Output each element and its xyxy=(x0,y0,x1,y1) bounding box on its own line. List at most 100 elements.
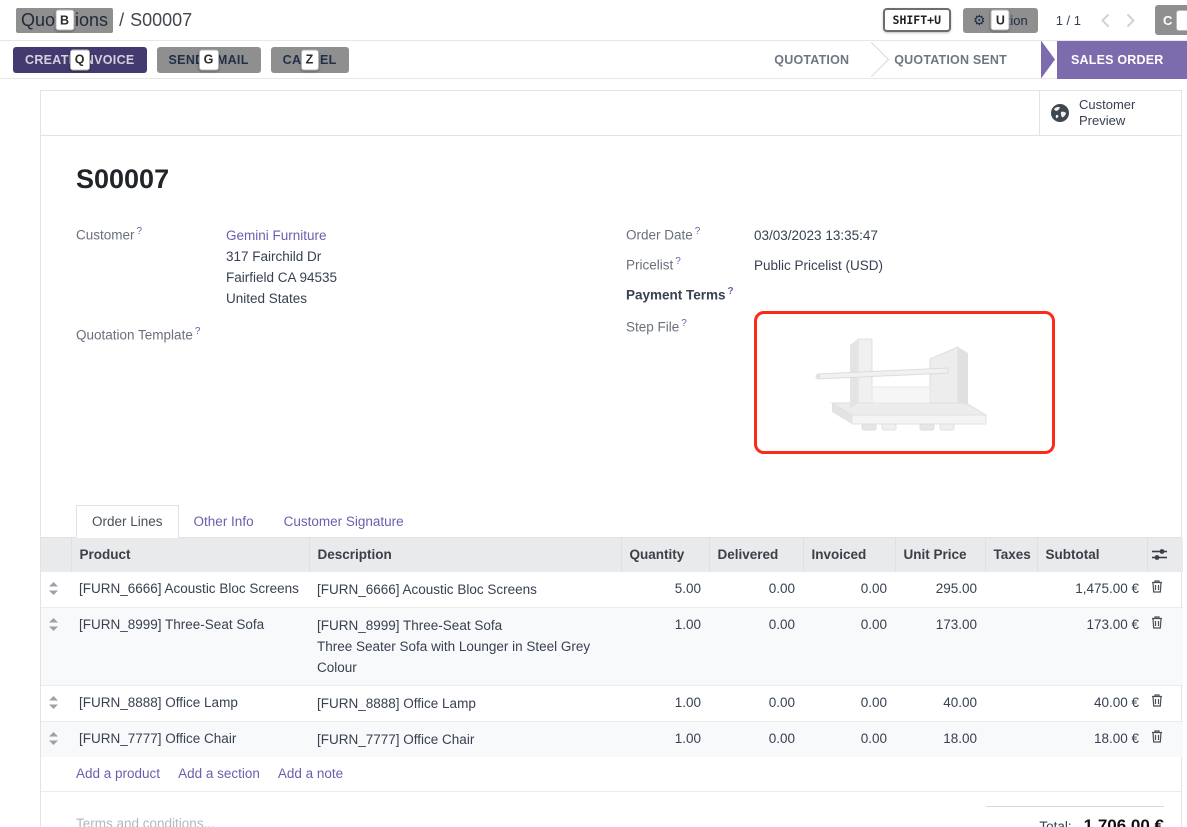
cell-product[interactable]: [FURN_6666] Acoustic Bloc Screens xyxy=(71,571,309,607)
order-lines-table: Product Description Quantity Delivered I… xyxy=(41,538,1183,757)
table-row[interactable]: [FURN_7777] Office Chair [FURN_7777] Off… xyxy=(41,721,1183,757)
pager-previous-button[interactable] xyxy=(1101,13,1110,28)
drag-handle[interactable] xyxy=(41,685,71,721)
breadcrumb: Quotations B / S00007 xyxy=(16,8,192,33)
keyboard-hint-badge xyxy=(1176,10,1187,31)
order-date-field-label: Order Date? xyxy=(626,225,754,246)
cell-unit-price[interactable]: 40.00 xyxy=(895,685,985,721)
keyboard-hint-badge: B xyxy=(55,10,74,31)
terms-and-conditions-input[interactable]: Terms and conditions... xyxy=(76,816,215,827)
cell-description[interactable]: Three Seater Sofa with Lounger in Steel … xyxy=(317,636,613,657)
column-header-taxes[interactable]: Taxes xyxy=(985,538,1037,572)
order-date-field-value[interactable]: 03/03/2023 13:35:47 xyxy=(754,225,878,246)
keyboard-hint-badge: U xyxy=(991,10,1010,31)
cell-taxes[interactable] xyxy=(985,721,1037,757)
corner-cutoff-button[interactable]: C xyxy=(1155,5,1187,35)
tab-order-lines[interactable]: Order Lines xyxy=(76,505,179,538)
breadcrumb-quotations-link[interactable]: Quotations B xyxy=(16,8,113,33)
table-row[interactable]: [FURN_8888] Office Lamp [FURN_8888] Offi… xyxy=(41,685,1183,721)
delete-row-button[interactable] xyxy=(1147,685,1183,721)
cell-quantity[interactable]: 1.00 xyxy=(621,721,709,757)
status-step-quotation-sent[interactable]: QUOTATION SENT xyxy=(870,41,1031,79)
cell-subtotal: 173.00 € xyxy=(1037,607,1147,685)
customer-address-line: United States xyxy=(226,288,337,309)
cancel-button[interactable]: CANCEL Z xyxy=(271,47,349,73)
handle-column-header xyxy=(41,538,71,572)
table-row[interactable]: [FURN_8999] Three-Seat Sofa [FURN_8999] … xyxy=(41,607,1183,685)
delete-row-button[interactable] xyxy=(1147,571,1183,607)
cell-quantity[interactable]: 1.00 xyxy=(621,607,709,685)
cell-subtotal: 18.00 € xyxy=(1037,721,1147,757)
cell-unit-price[interactable]: 173.00 xyxy=(895,607,985,685)
customer-preview-button[interactable]: Customer Preview xyxy=(1039,91,1181,135)
help-question-mark: ? xyxy=(195,326,201,337)
cell-description[interactable]: [FURN_8888] Office Lamp xyxy=(317,693,613,714)
cell-delivered[interactable]: 0.00 xyxy=(709,607,803,685)
column-header-unit-price[interactable]: Unit Price xyxy=(895,538,985,572)
cell-description[interactable]: [FURN_6666] Acoustic Bloc Screens xyxy=(317,579,613,600)
column-header-subtotal[interactable]: Subtotal xyxy=(1037,538,1147,572)
create-invoice-button[interactable]: CREATE INVOICE Q xyxy=(13,47,147,73)
total-summary: Total: 1,706.00 € xyxy=(986,806,1164,827)
record-pager: 1 / 1 xyxy=(1056,13,1081,28)
cell-taxes[interactable] xyxy=(985,685,1037,721)
pager-next-button[interactable] xyxy=(1126,13,1135,28)
cell-invoiced[interactable]: 0.00 xyxy=(803,607,895,685)
column-header-description[interactable]: Description xyxy=(309,538,621,572)
column-header-invoiced[interactable]: Invoiced xyxy=(803,538,895,572)
status-step-sales-order[interactable]: SALES ORDER xyxy=(1041,41,1187,79)
table-row[interactable]: [FURN_6666] Acoustic Bloc Screens [FURN_… xyxy=(41,571,1183,607)
cell-quantity[interactable]: 1.00 xyxy=(621,685,709,721)
topbar-controls: SHIFT+U ⚙ Action U 1 / 1 C xyxy=(883,5,1187,35)
tab-other-info[interactable]: Other Info xyxy=(179,506,269,537)
delete-row-button[interactable] xyxy=(1147,721,1183,757)
quotation-template-field-label: Quotation Template? xyxy=(76,325,226,343)
cell-product[interactable]: [FURN_8888] Office Lamp xyxy=(71,685,309,721)
fields-left-column: Customer? Gemini Furniture 317 Fairchild… xyxy=(76,225,596,463)
cell-description[interactable]: Colour xyxy=(317,657,613,678)
step-file-image[interactable] xyxy=(754,311,1055,454)
drag-handle-icon xyxy=(49,582,58,595)
cell-delivered[interactable]: 0.00 xyxy=(709,571,803,607)
drag-handle[interactable] xyxy=(41,721,71,757)
cell-delivered[interactable]: 0.00 xyxy=(709,685,803,721)
cell-subtotal: 1,475.00 € xyxy=(1037,571,1147,607)
drag-handle[interactable] xyxy=(41,607,71,685)
optional-columns-button[interactable] xyxy=(1147,538,1183,572)
add-section-link[interactable]: Add a section xyxy=(178,766,260,781)
cell-unit-price[interactable]: 295.00 xyxy=(895,571,985,607)
cell-delivered[interactable]: 0.00 xyxy=(709,721,803,757)
cell-invoiced[interactable]: 0.00 xyxy=(803,721,895,757)
action-menu-button[interactable]: ⚙ Action U xyxy=(963,8,1038,33)
cell-description[interactable]: [FURN_8999] Three-Seat Sofa xyxy=(317,615,613,636)
tab-customer-signature[interactable]: Customer Signature xyxy=(269,506,419,537)
cell-quantity[interactable]: 5.00 xyxy=(621,571,709,607)
cell-unit-price[interactable]: 18.00 xyxy=(895,721,985,757)
cell-product[interactable]: [FURN_8999] Three-Seat Sofa xyxy=(71,607,309,685)
status-pipeline: QUOTATION QUOTATION SENT SALES ORDER xyxy=(750,41,1187,79)
customer-preview-label: Customer Preview xyxy=(1079,97,1135,128)
cell-description[interactable]: [FURN_7777] Office Chair xyxy=(317,729,613,750)
table-footer-links: Add a product Add a section Add a note xyxy=(41,757,1181,792)
drag-handle[interactable] xyxy=(41,571,71,607)
customer-link[interactable]: Gemini Furniture xyxy=(226,225,337,246)
column-header-quantity[interactable]: Quantity xyxy=(621,538,709,572)
form-sheet: Customer Preview S00007 Customer? Gemini… xyxy=(40,90,1182,827)
send-email-button[interactable]: SEND EMAIL G xyxy=(157,47,261,73)
cell-product[interactable]: [FURN_7777] Office Chair xyxy=(71,721,309,757)
column-header-product[interactable]: Product xyxy=(71,538,309,572)
breadcrumb-separator: / xyxy=(119,10,124,31)
trash-icon xyxy=(1151,579,1163,593)
delete-row-button[interactable] xyxy=(1147,607,1183,685)
cell-taxes[interactable] xyxy=(985,607,1037,685)
corner-button-label: C xyxy=(1163,13,1172,28)
add-product-link[interactable]: Add a product xyxy=(76,766,160,781)
cell-invoiced[interactable]: 0.00 xyxy=(803,571,895,607)
column-header-delivered[interactable]: Delivered xyxy=(709,538,803,572)
add-note-link[interactable]: Add a note xyxy=(278,766,343,781)
drag-handle-icon xyxy=(49,618,58,631)
cell-taxes[interactable] xyxy=(985,571,1037,607)
cell-invoiced[interactable]: 0.00 xyxy=(803,685,895,721)
pricelist-field-value[interactable]: Public Pricelist (USD) xyxy=(754,255,883,276)
keyboard-hint-shift-u: SHIFT+U xyxy=(883,8,951,32)
